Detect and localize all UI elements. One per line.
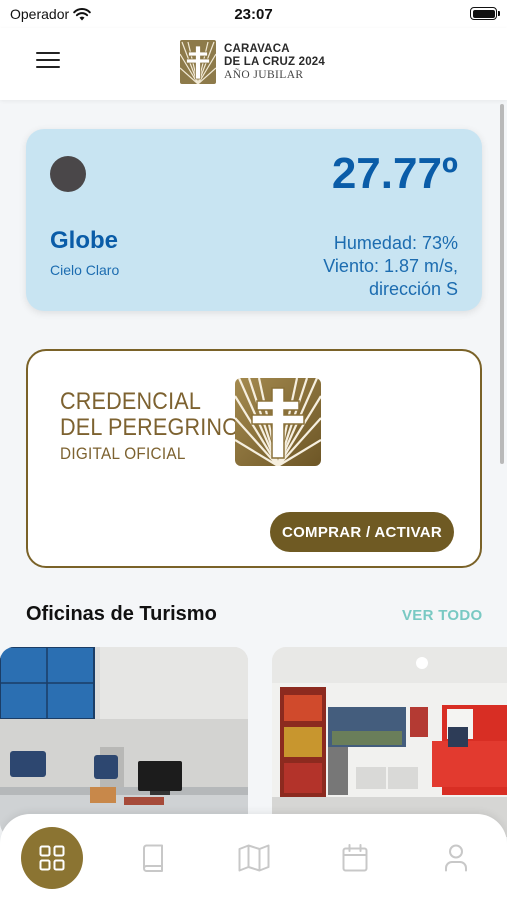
weather-card[interactable]: 27.77º Globe Cielo Claro Humedad: 73% Vi…	[26, 129, 482, 311]
app-logo: CARAVACA DE LA CRUZ 2024 AÑO JUBILAR	[180, 40, 325, 84]
caravaca-cross-icon	[180, 40, 216, 84]
app-header: CARAVACA DE LA CRUZ 2024 AÑO JUBILAR	[0, 28, 507, 100]
status-carrier: Operador	[10, 6, 91, 22]
nav-map[interactable]	[224, 828, 284, 888]
battery-icon	[470, 7, 500, 20]
caravaca-cross-icon	[235, 378, 321, 466]
weather-temperature: 27.77º	[331, 149, 458, 198]
section-title: Oficinas de Turismo	[26, 603, 217, 625]
logo-text: CARAVACA DE LA CRUZ 2024 AÑO JUBILAR	[224, 43, 325, 82]
carrier-label: Operador	[10, 6, 70, 22]
logo-line-2: DE LA CRUZ 2024	[224, 55, 325, 68]
logo-line-1: CARAVACA	[224, 42, 290, 55]
weather-wind: Viento: 1.87 m/s,	[323, 256, 458, 276]
weather-condition: Cielo Claro	[50, 262, 120, 278]
nav-profile[interactable]	[426, 828, 486, 888]
weather-city: Globe	[50, 227, 119, 254]
credential-line-2: DEL PEREGRINO	[60, 414, 240, 441]
credential-line-1: CREDENCIAL	[60, 388, 202, 415]
status-bar: Operador 23:07	[0, 0, 507, 28]
credential-title: CREDENCIAL DEL PEREGRINO DIGITAL OFICIAL	[60, 389, 259, 464]
hamburger-menu-icon[interactable]	[36, 52, 60, 72]
credential-line-3: DIGITAL OFICIAL	[60, 444, 186, 463]
pilgrim-credential-card[interactable]: CREDENCIAL DEL PEREGRINO DIGITAL OFICIAL…	[26, 349, 482, 568]
user-icon	[445, 844, 467, 872]
weather-wind-direction: dirección S	[368, 279, 458, 299]
tourism-office-card[interactable]	[0, 647, 248, 837]
nav-calendar[interactable]	[325, 828, 385, 888]
weather-details: Humedad: 73% Viento: 1.87 m/s, dirección…	[323, 232, 458, 301]
bottom-navigation	[0, 814, 507, 900]
buy-activate-button[interactable]: COMPRAR / ACTIVAR	[270, 512, 454, 552]
office-photo-image	[272, 647, 507, 837]
map-icon	[238, 844, 270, 872]
status-time: 23:07	[234, 5, 273, 23]
weather-humidity: Humedad: 73%	[333, 233, 458, 253]
tourism-office-card[interactable]	[272, 647, 507, 837]
scroll-indicator[interactable]	[500, 104, 504, 464]
wifi-icon	[73, 7, 91, 20]
weather-condition-icon	[50, 156, 86, 192]
logo-line-3: AÑO JUBILAR	[224, 68, 304, 81]
nav-home[interactable]	[21, 827, 83, 889]
see-all-link[interactable]: VER TODO	[402, 607, 482, 624]
book-icon	[143, 844, 163, 872]
calendar-icon	[342, 844, 368, 872]
nav-guide[interactable]	[123, 828, 183, 888]
office-photo-image	[0, 647, 248, 837]
grid-icon	[39, 845, 65, 871]
